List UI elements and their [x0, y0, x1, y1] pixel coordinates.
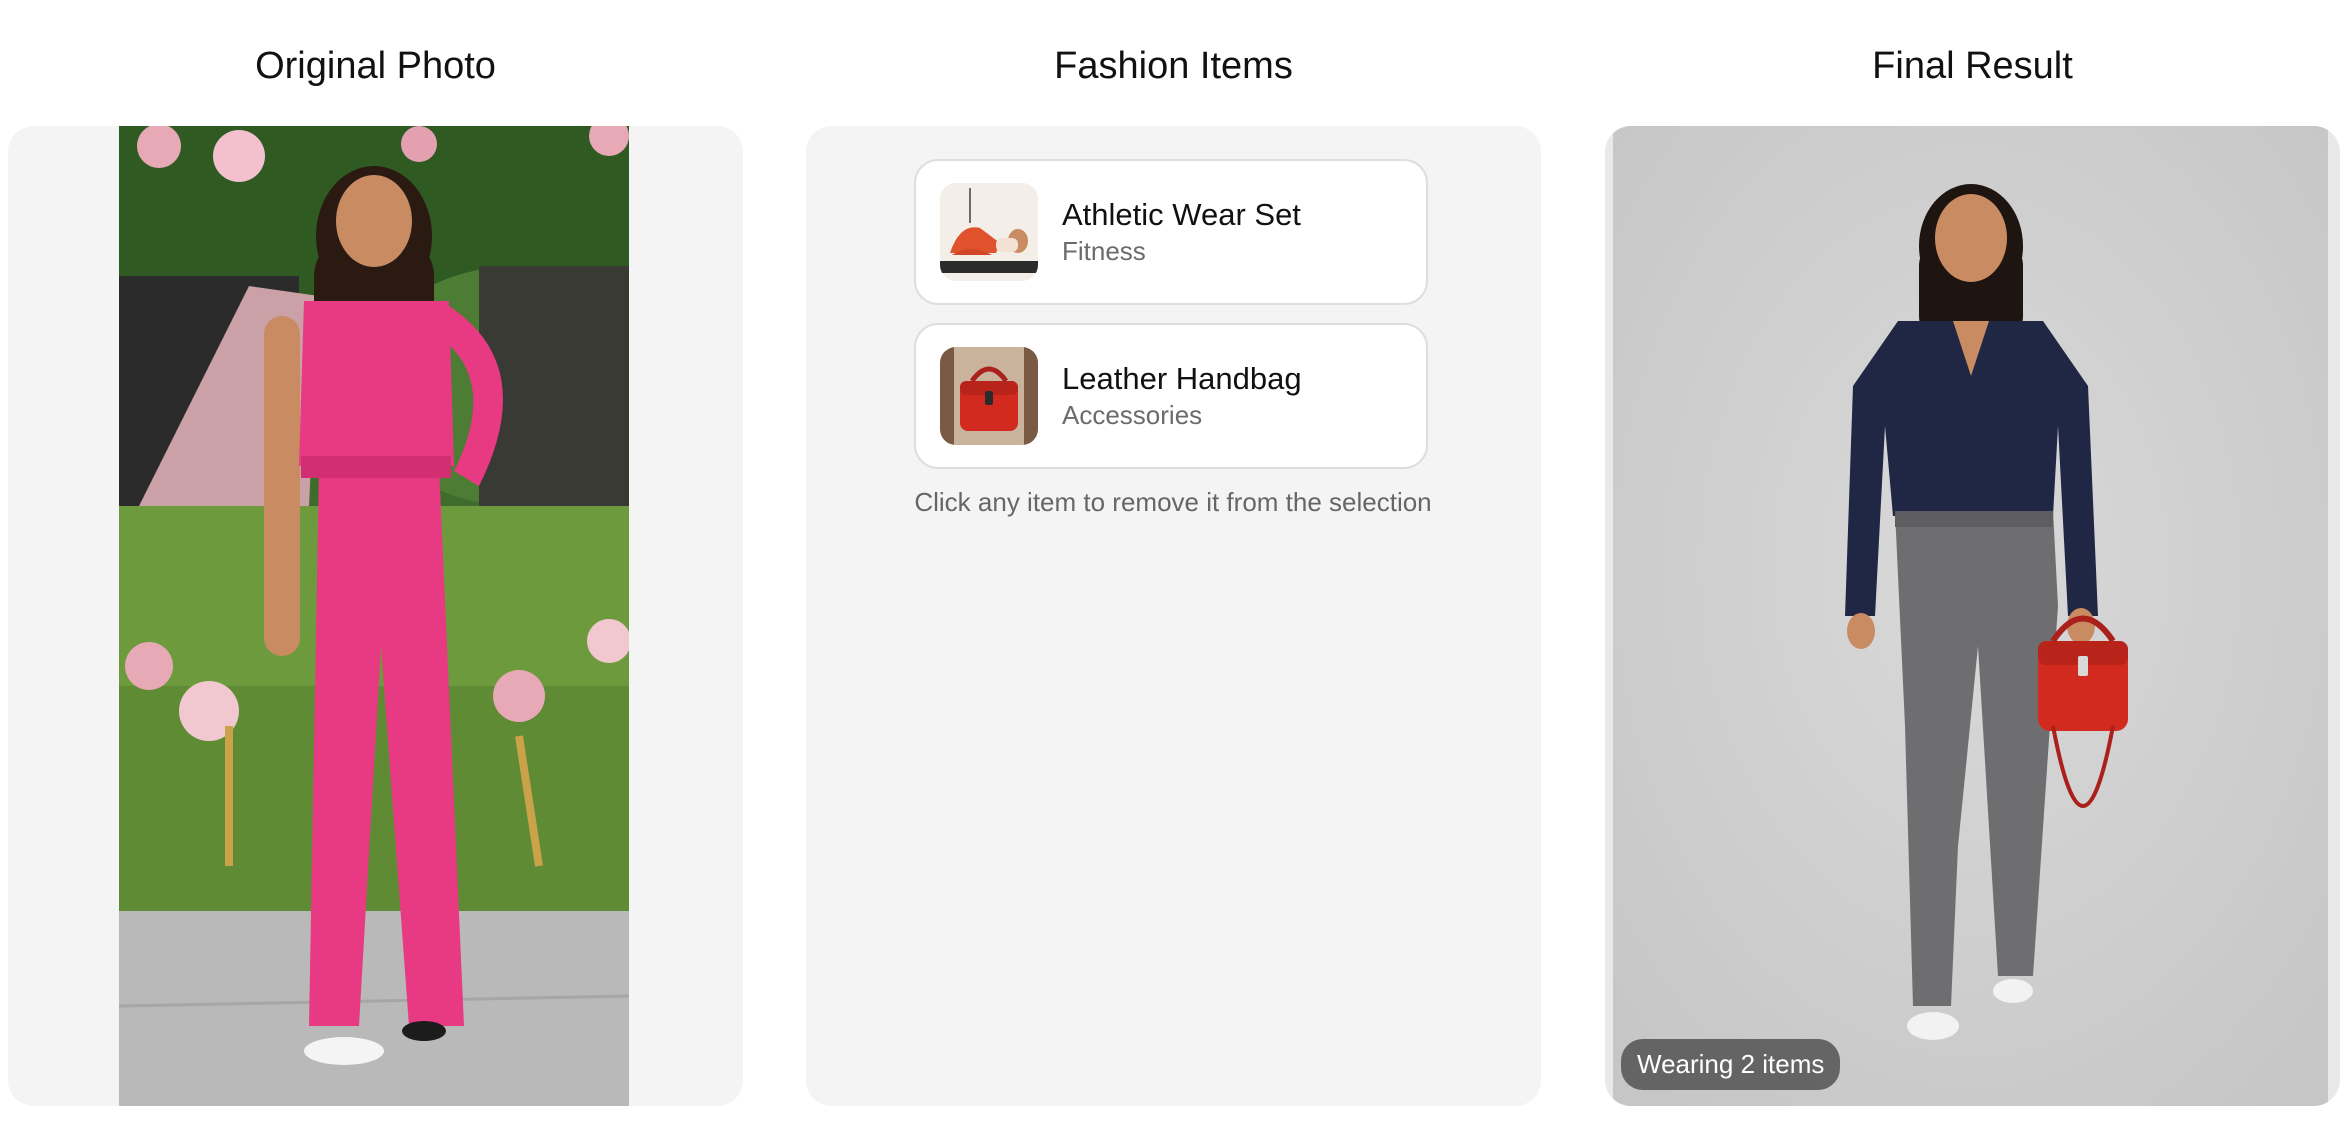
original-photo-panel: [8, 126, 743, 1106]
item-text: Leather Handbag Accessories: [1062, 360, 1302, 432]
item-card-leather-handbag[interactable]: Leather Handbag Accessories: [914, 323, 1428, 469]
item-card-athletic-wear-set[interactable]: Athletic Wear Set Fitness: [914, 159, 1428, 305]
leather-handbag-thumbnail: [940, 347, 1038, 445]
original-photo-title: Original Photo: [255, 45, 496, 87]
item-name: Athletic Wear Set: [1062, 197, 1301, 232]
remove-hint: Click any item to remove it from the sel…: [914, 487, 1432, 517]
fashion-items-title: Fashion Items: [1054, 45, 1293, 87]
original-photo-image: [119, 126, 629, 1106]
fashion-items-column: Fashion Items Athletic Wear Set Fitness …: [806, 0, 1541, 1106]
original-photo-column: Original Photo: [8, 0, 743, 1106]
final-result-panel: Wearing 2 items: [1605, 126, 2340, 1106]
item-text: Athletic Wear Set Fitness: [1062, 196, 1301, 268]
wearing-count-badge: Wearing 2 items: [1621, 1039, 1841, 1090]
final-result-image: [1613, 126, 2328, 1106]
final-result-title: Final Result: [1872, 45, 2073, 87]
item-category: Accessories: [1062, 400, 1203, 430]
item-category: Fitness: [1062, 236, 1146, 266]
athletic-wear-thumbnail: [940, 183, 1038, 281]
fashion-items-panel: Athletic Wear Set Fitness Leather Handba…: [806, 126, 1541, 1106]
item-name: Leather Handbag: [1062, 361, 1302, 396]
final-result-column: Final Result Wearing 2 items: [1605, 0, 2340, 1106]
fashion-items-list: Athletic Wear Set Fitness Leather Handba…: [914, 159, 1432, 518]
